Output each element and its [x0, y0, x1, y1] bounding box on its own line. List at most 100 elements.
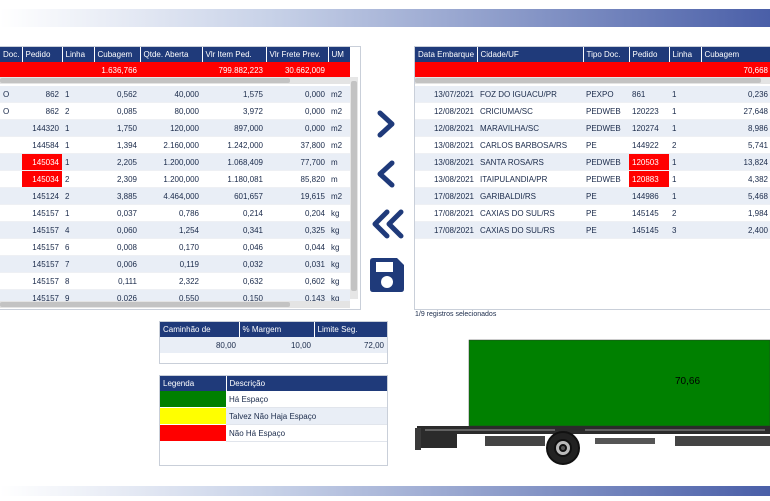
table-row[interactable]: 145157 8 0,111 2,322 0,632 0,602 kg — [0, 272, 350, 290]
margin-field[interactable]: 10,00 — [239, 337, 314, 353]
legend-row: Há Espaço — [160, 391, 387, 408]
total-cell: 70,668 — [701, 62, 770, 78]
table-row[interactable]: 144320 1 1,750 120,000 897,000 0,000 m2 — [0, 119, 350, 137]
total-cell — [22, 62, 62, 78]
table-row[interactable]: 145157 1 0,037 0,786 0,214 0,204 kg — [0, 204, 350, 222]
table-cell: m2 — [328, 187, 350, 205]
table-cell: 19,615 — [266, 187, 328, 205]
table-row[interactable]: 13/08/2021 SANTA ROSA/RS PEDWEB 120503 1 13,8… — [415, 153, 770, 171]
save-icon[interactable] — [367, 255, 407, 295]
table-row[interactable]: 13/08/2021 ITAIPULANDIA/PR PEDWEB 120883 1 4,… — [415, 170, 770, 188]
table-cell: 1,575 — [202, 86, 266, 103]
available-items-grid[interactable]: Doc. Pedido Linha Cubagem Qtde. Aberta Vlr It… — [0, 46, 361, 310]
safety-limit-field[interactable]: 72,00 — [314, 337, 387, 353]
table-cell — [0, 136, 22, 154]
table-cell: 77,700 — [266, 153, 328, 171]
horizontal-scrollbar-bottom[interactable] — [0, 301, 350, 308]
table-row[interactable]: 12/08/2021 MARAVILHA/SC PEDWEB 120274 1 8,986 — [415, 119, 770, 137]
column-header[interactable]: Vlr Frete Prev. — [266, 47, 329, 62]
table-cell: 145157 — [22, 272, 62, 290]
column-header[interactable]: Doc. — [0, 47, 23, 62]
table-cell: 0,000 — [266, 119, 328, 137]
table-cell: 5,741 — [701, 136, 770, 154]
table-cell: 144320 — [22, 119, 62, 137]
table-row[interactable]: 17/08/2021 GARIBALDI/RS PE 144986 1 5,468 — [415, 187, 770, 205]
table-row[interactable]: O 862 1 0,562 40,000 1,575 0,000 m2 — [0, 86, 350, 103]
table-cell: 120883 — [629, 170, 669, 188]
table-cell: 1,750 — [94, 119, 140, 137]
horizontal-scrollbar[interactable] — [415, 77, 770, 84]
table-cell: 2 — [669, 136, 701, 154]
table-cell: 85,820 — [266, 170, 328, 188]
scroll-thumb[interactable] — [0, 78, 290, 83]
safety-limit-header: Limite Seg. — [314, 322, 387, 337]
column-header[interactable]: UM — [328, 47, 351, 62]
table-cell: PEXPO — [583, 86, 629, 103]
table-cell: 1,984 — [701, 204, 770, 222]
table-cell: 144922 — [629, 136, 669, 154]
table-row[interactable]: 145124 2 3,885 4.464,000 601,657 19,615 m2 — [0, 187, 350, 205]
column-header[interactable]: Linha — [62, 47, 95, 62]
table-row[interactable]: 17/08/2021 CAXIAS DO SUL/RS PE 145145 3 2,400 — [415, 221, 770, 239]
table-cell: 0,341 — [202, 221, 266, 239]
table-cell: 5,468 — [701, 187, 770, 205]
table-cell: 1 — [62, 153, 94, 171]
table-row[interactable]: 145157 7 0,006 0,119 0,032 0,031 kg — [0, 255, 350, 273]
column-header[interactable]: Tipo Doc. — [583, 47, 630, 62]
column-header[interactable]: Pedido — [22, 47, 63, 62]
scroll-thumb[interactable] — [0, 302, 290, 307]
table-cell — [0, 153, 22, 171]
truck-capacity-table: Caminhão de % Margem Limite Seg. 80,00 1… — [160, 322, 387, 353]
legend-row: Talvez Não Haja Espaço — [160, 407, 387, 425]
table-cell: GARIBALDI/RS — [477, 187, 583, 205]
table-cell: PE — [583, 221, 629, 239]
table-cell: 0,204 — [266, 204, 328, 222]
table-row[interactable]: 145034 1 2,205 1.200,000 1.068,409 77,700 m — [0, 153, 350, 171]
vertical-scrollbar[interactable] — [350, 77, 358, 299]
total-cell — [669, 62, 701, 78]
scroll-thumb[interactable] — [351, 81, 357, 291]
table-cell: 1 — [669, 153, 701, 171]
column-header[interactable]: Linha — [669, 47, 702, 62]
table-row[interactable]: O 862 2 0,085 80,000 3,972 0,000 m2 — [0, 102, 350, 120]
table-row[interactable]: 145157 4 0,060 1,254 0,341 0,325 kg — [0, 221, 350, 239]
table-cell: CRICIUMA/SC — [477, 102, 583, 120]
chevron-left-icon[interactable] — [374, 160, 398, 188]
table-cell: m2 — [328, 102, 350, 120]
table-row[interactable]: 12/08/2021 CRICIUMA/SC PEDWEB 120223 1 27,648 — [415, 102, 770, 120]
total-cell — [629, 62, 669, 78]
column-header[interactable]: Cidade/UF — [477, 47, 584, 62]
column-header[interactable]: Cubagem — [701, 47, 770, 62]
table-cell: 2,322 — [140, 272, 202, 290]
table-row[interactable]: 13/07/2021 FOZ DO IGUACU/PR PEXPO 861 1 0,236 — [415, 86, 770, 103]
table-cell: 80,000 — [140, 102, 202, 120]
table-row[interactable]: 145034 2 2,309 1.200,000 1.180,081 85,820 m — [0, 170, 350, 188]
double-chevron-left-icon[interactable] — [368, 208, 408, 240]
table-cell: m2 — [328, 86, 350, 103]
table-cell: 0,236 — [701, 86, 770, 103]
table-row[interactable]: 13/08/2021 CARLOS BARBOSA/RS PE 144922 2 5,74… — [415, 136, 770, 154]
column-header[interactable]: Qtde. Aberta — [140, 47, 203, 62]
legend-swatch — [160, 391, 226, 408]
table-cell: 1.200,000 — [140, 153, 202, 171]
table-cell: 144986 — [629, 187, 669, 205]
table-row[interactable]: 144584 1 1,394 2.160,000 1.242,000 37,800 m2 — [0, 136, 350, 154]
table-row[interactable]: 17/08/2021 CAXIAS DO SUL/RS PE 145145 2 1,984 — [415, 204, 770, 222]
table-cell: 8 — [62, 272, 94, 290]
scroll-thumb[interactable] — [415, 78, 761, 83]
table-cell: 2 — [62, 187, 94, 205]
legend-label: Não Há Espaço — [226, 424, 387, 442]
column-header[interactable]: Vlr Item Ped. — [202, 47, 267, 62]
table-cell: CARLOS BARBOSA/RS — [477, 136, 583, 154]
column-header[interactable]: Pedido — [629, 47, 670, 62]
table-row[interactable]: 145157 6 0,008 0,170 0,046 0,044 kg — [0, 238, 350, 256]
total-cell — [140, 62, 202, 78]
column-header[interactable]: Cubagem — [94, 47, 141, 62]
table-cell: 27,648 — [701, 102, 770, 120]
truck-capacity-field[interactable]: 80,00 — [160, 337, 239, 353]
horizontal-scrollbar[interactable] — [0, 77, 350, 84]
selected-items-grid[interactable]: Data Embarque Cidade/UF Tipo Doc. Pedido Lin… — [414, 46, 770, 310]
chevron-right-icon[interactable] — [374, 110, 398, 138]
table-cell: 1 — [669, 102, 701, 120]
column-header[interactable]: Data Embarque — [415, 47, 478, 62]
